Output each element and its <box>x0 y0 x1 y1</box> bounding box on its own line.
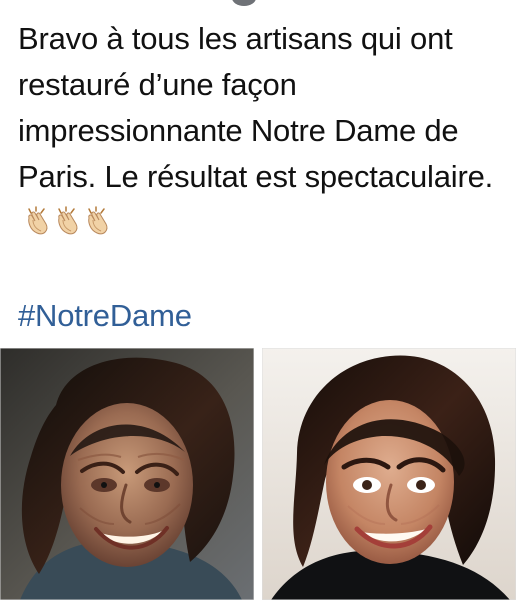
post-body: Bravo à tous les artisans qui ont restau… <box>18 16 504 246</box>
clapping-hands-icon <box>84 203 112 235</box>
clapping-emoji-row <box>24 203 112 235</box>
clapping-hands-icon <box>24 203 52 235</box>
photo-grid <box>0 348 516 600</box>
clapping-hands-icon <box>54 203 82 235</box>
left-portrait-photo[interactable] <box>0 348 254 600</box>
right-portrait-photo[interactable] <box>262 348 516 600</box>
post-body-text: Bravo à tous les artisans qui ont restau… <box>18 21 494 194</box>
hashtag-link[interactable]: #NotreDame <box>18 297 192 335</box>
top-avatar-fragment <box>232 0 256 6</box>
